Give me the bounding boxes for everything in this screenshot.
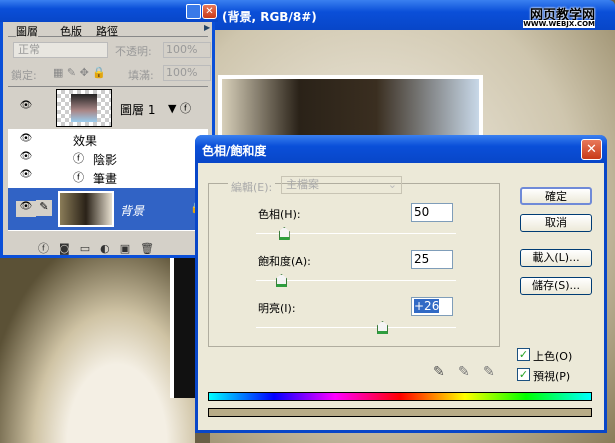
effect-drop-shadow[interactable]: 陰影	[93, 151, 117, 168]
folder-icon[interactable]: ▭	[80, 242, 100, 255]
minimize-button[interactable]	[186, 4, 201, 19]
lightness-slider-track[interactable]	[256, 327, 456, 328]
fx-icon: ▼ ⓕ	[168, 102, 191, 115]
eye-icon[interactable]: 👁	[16, 100, 36, 116]
layers-toolbar: ⓕ◙▭◐▣🗑	[38, 240, 164, 256]
layer-row-1[interactable]: 👁 圖層 1 ▼ ⓕ	[8, 87, 208, 129]
brush-icon: ✎	[36, 200, 52, 216]
fx-icon: ⓕ	[73, 152, 84, 165]
panel-menu-icon[interactable]: ▶	[204, 23, 210, 32]
document-title-bar: (背景, RGB/8#) 网页教学网 WWW.WEBJX.COM	[210, 0, 615, 30]
colorize-checkbox[interactable]: ✓	[517, 348, 530, 361]
hue-input[interactable]: 50	[411, 203, 453, 222]
eyedropper-minus-icon[interactable]: ✎	[483, 364, 495, 380]
blend-mode-select[interactable]: 正常	[13, 42, 108, 58]
spectrum-bar	[208, 392, 592, 401]
settings-group	[208, 183, 500, 347]
eye-icon[interactable]: 👁	[16, 201, 36, 217]
fill-input[interactable]: 100%	[163, 65, 211, 81]
watermark-url: WWW.WEBJX.COM	[523, 20, 595, 28]
trash-icon[interactable]: 🗑	[140, 242, 164, 255]
canvas-photo-left	[0, 258, 195, 443]
eye-icon[interactable]: 👁	[16, 169, 36, 185]
layers-list: 👁 圖層 1 ▼ ⓕ 👁 👁 👁 效果 陰影 筆畫 ⓕ ⓕ 👁 ✎ 背景 🔒	[8, 86, 208, 231]
add-style-icon[interactable]: ⓕ	[38, 242, 59, 255]
dialog-close-button[interactable]: ✕	[581, 139, 602, 160]
effects-label: 效果	[73, 134, 98, 148]
mask-icon[interactable]: ◙	[59, 242, 80, 255]
tab-channels[interactable]: 色版	[60, 23, 82, 39]
preview-checkbox[interactable]: ✓	[517, 368, 530, 381]
layer-thumbnail	[58, 191, 114, 227]
hue-label: 色相(H):	[258, 208, 301, 221]
opacity-input[interactable]: 100%	[163, 42, 211, 58]
cancel-button[interactable]: 取消	[520, 214, 592, 232]
result-color-bar	[208, 408, 592, 417]
saturation-label: 飽和度(A):	[258, 255, 311, 268]
eyedropper-plus-icon[interactable]: ✎	[458, 364, 470, 380]
dialog-title: 色相/飽和度	[202, 144, 267, 158]
lightness-input[interactable]: +26	[411, 297, 453, 316]
ok-button[interactable]: 確定	[520, 187, 592, 205]
photo-frame-dark	[170, 258, 195, 398]
layers-panel: ✕ 圖層 色版 路徑 ▶ 正常 不透明: 100% 鎖定: ▦ ✎ ✥ 🔒 填滿…	[0, 0, 218, 258]
close-button[interactable]: ✕	[202, 4, 217, 19]
layer-row-background[interactable]: 👁 ✎ 背景 🔒	[8, 188, 208, 230]
fill-label: 填滿:	[128, 69, 154, 82]
load-button[interactable]: 載入(L)...	[520, 249, 592, 267]
layer-name: 背景	[120, 204, 145, 218]
tab-layers[interactable]: 圖層	[16, 23, 38, 39]
layer-name: 圖層 1	[120, 103, 156, 117]
eye-icon[interactable]: 👁	[16, 133, 36, 149]
adjustment-icon[interactable]: ◐	[100, 242, 120, 255]
fx-icon: ⓕ	[73, 171, 84, 184]
edit-select[interactable]: 主檔案 ⌄	[281, 176, 402, 194]
lightness-label: 明亮(I):	[258, 302, 296, 315]
colorize-label[interactable]: 上色(O)	[533, 348, 572, 364]
new-layer-icon[interactable]: ▣	[120, 242, 140, 255]
eye-icon[interactable]: 👁	[16, 151, 36, 167]
saturation-input[interactable]: 25	[411, 250, 453, 269]
document-title: (背景, RGB/8#)	[222, 10, 317, 24]
layer-thumbnail	[56, 89, 112, 127]
opacity-label: 不透明:	[115, 45, 152, 58]
lock-label: 鎖定:	[11, 69, 37, 82]
eyedropper-icon[interactable]: ✎	[433, 364, 445, 380]
tab-paths[interactable]: 路徑	[96, 23, 118, 39]
edit-label: 編輯(E):	[228, 179, 276, 195]
lock-icons[interactable]: ▦ ✎ ✥ 🔒	[53, 66, 106, 79]
effect-stroke[interactable]: 筆畫	[93, 170, 117, 187]
preview-label[interactable]: 預視(P)	[533, 368, 570, 384]
save-button[interactable]: 儲存(S)...	[520, 277, 592, 295]
